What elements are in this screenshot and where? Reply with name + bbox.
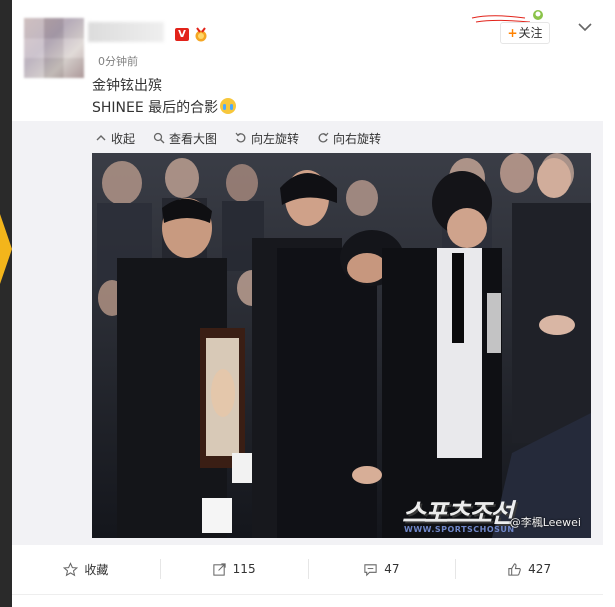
collapse-button[interactable]: 收起 <box>95 129 135 147</box>
rotate-right-button[interactable]: 向右旋转 <box>317 129 381 147</box>
rotate-right-label: 向右旋转 <box>333 131 382 146</box>
comment-button[interactable]: 47 <box>307 553 456 585</box>
sports-chosun-sub: WWW.SPORTSCHOSUN <box>404 525 515 534</box>
view-large-button[interactable]: 查看大图 <box>153 129 217 147</box>
comment-icon <box>364 563 377 576</box>
avatar[interactable] <box>24 18 84 78</box>
medal-icon <box>195 27 207 42</box>
view-large-label: 查看大图 <box>169 131 218 146</box>
verified-badge: V <box>175 28 189 41</box>
divider <box>12 594 603 595</box>
post-time[interactable]: 0分钟前 <box>98 53 138 69</box>
zoom-icon <box>153 132 165 144</box>
plus-icon: + <box>507 26 518 40</box>
follow-label: 关注 <box>518 26 543 40</box>
repost-count: 115 <box>232 562 256 576</box>
repost-button[interactable]: 115 <box>159 553 308 585</box>
rotate-left-button[interactable]: 向左旋转 <box>235 129 299 147</box>
rotate-right-icon <box>318 132 329 143</box>
rotate-left-icon <box>235 132 246 143</box>
photo-watermark: @李楓Leewei <box>509 516 581 529</box>
like-icon <box>508 562 521 576</box>
action-bar: 收藏 115 47 427 <box>12 553 603 585</box>
follow-button[interactable]: +关注 <box>500 22 550 44</box>
post-text-line-2: SHINEE 最后的合影 <box>92 97 237 117</box>
page-left-edge <box>0 0 12 607</box>
like-count: 427 <box>528 562 552 576</box>
post-text-line-2-content: SHINEE 最后的合影 <box>92 100 219 116</box>
username-blurred[interactable] <box>88 22 164 42</box>
post-photo[interactable]: 스포츠조선 WWW.SPORTSCHOSUN @李楓Leewei <box>92 153 591 538</box>
edge-arrow-decor <box>0 214 12 284</box>
cry-emoji-icon <box>220 98 237 114</box>
photo-scene <box>92 153 591 538</box>
post-text-line-1: 金钟铉出殡 <box>92 78 162 94</box>
collapse-icon <box>96 135 106 141</box>
collapse-label: 收起 <box>111 131 136 146</box>
chevron-down-icon[interactable] <box>577 20 593 34</box>
like-button[interactable]: 427 <box>455 553 603 585</box>
star-icon <box>63 561 79 576</box>
repost-icon <box>213 562 226 576</box>
favorite-label: 收藏 <box>84 562 109 577</box>
rotate-left-label: 向左旋转 <box>251 131 300 146</box>
media-toolbar: 收起 查看大图 向左旋转 向右旋转 <box>95 129 381 147</box>
comment-count: 47 <box>384 562 400 576</box>
favorite-button[interactable]: 收藏 <box>12 553 160 585</box>
